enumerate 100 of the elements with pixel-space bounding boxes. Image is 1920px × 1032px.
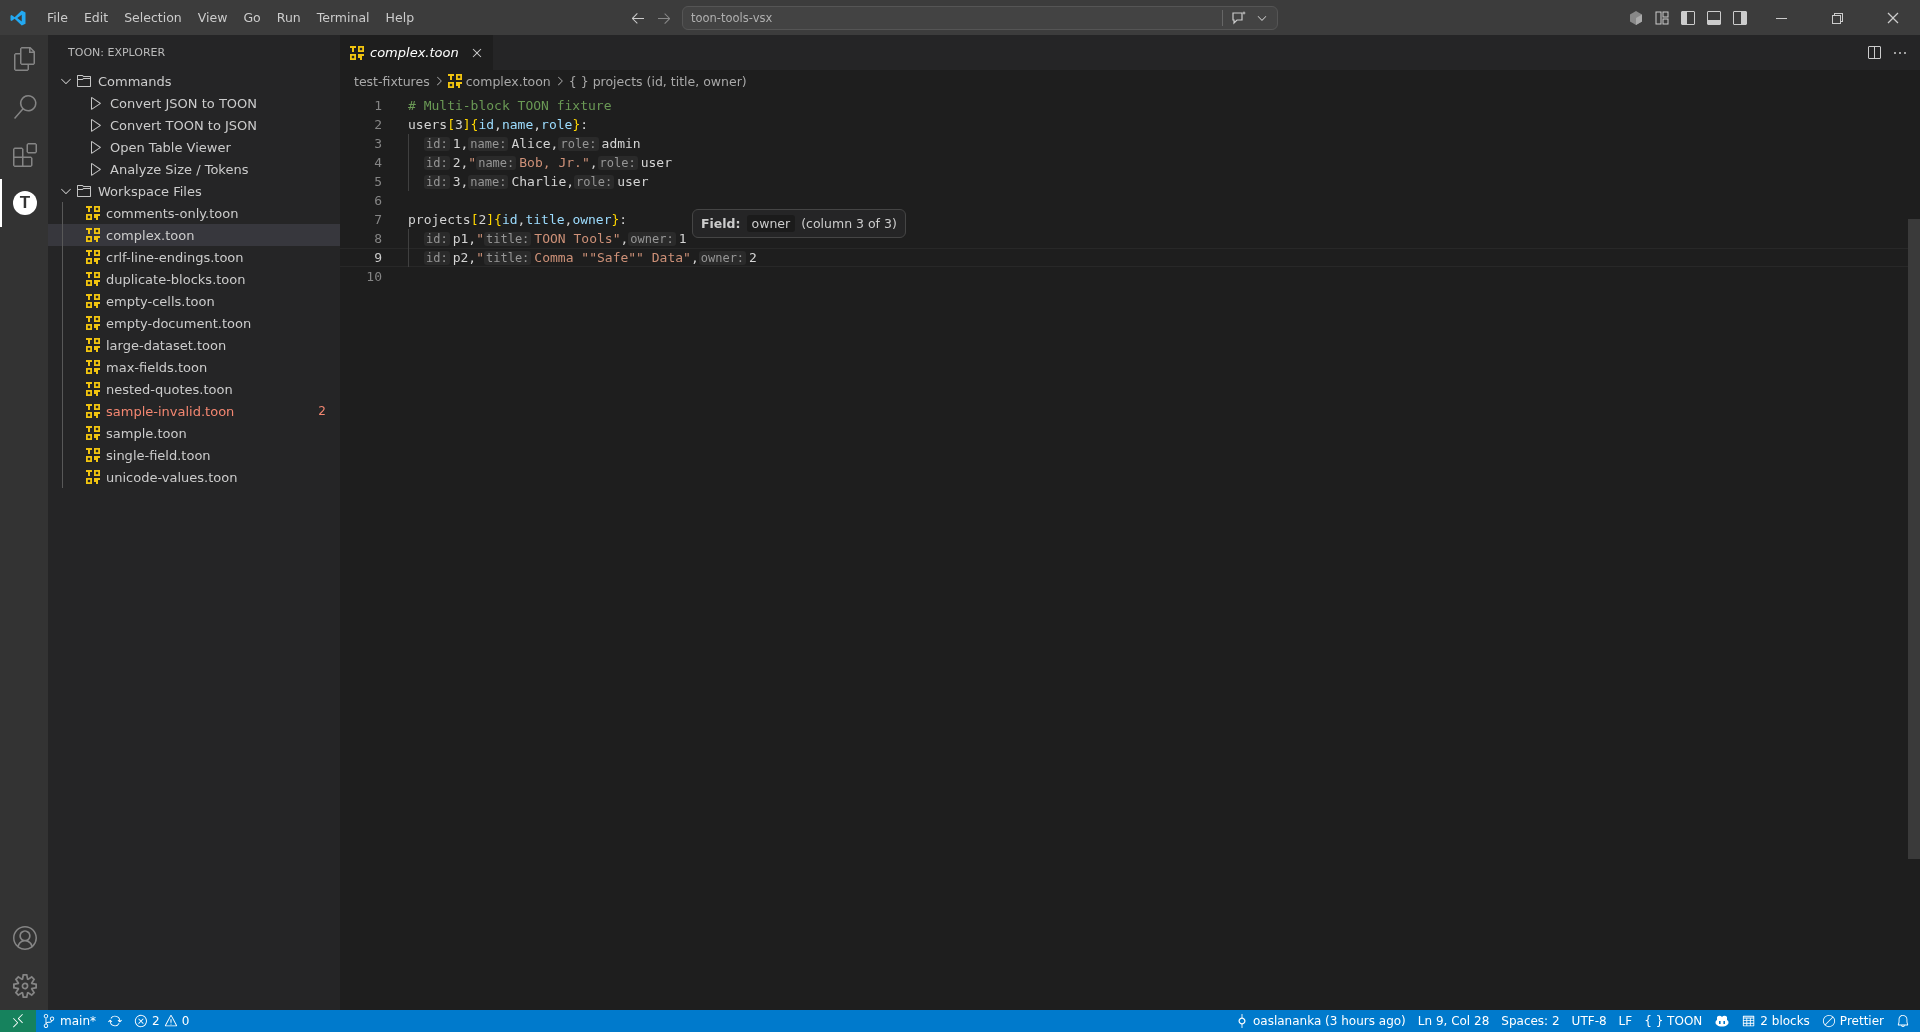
toon-file-icon [86, 470, 100, 484]
explorer-icon [13, 47, 37, 71]
cube-icon[interactable] [1628, 9, 1644, 26]
command-item[interactable]: Open Table Viewer [48, 136, 340, 158]
hover-tooltip: Field: owner (column 3 of 3) [692, 209, 906, 238]
explorer-entry[interactable]: sample.toon [48, 422, 340, 444]
error-count: 2 [152, 1014, 160, 1028]
toon-file-icon [86, 294, 100, 308]
chat-icon[interactable] [1231, 9, 1247, 26]
code-line: id: 3,name: Charlie,role: user [408, 173, 649, 190]
table-icon [1742, 1014, 1757, 1028]
line-number: 6 [373, 193, 382, 208]
toon-file-icon [86, 404, 100, 418]
explorer-entry[interactable]: empty-cells.toon [48, 290, 340, 312]
command-item[interactable]: Convert TOON to JSON [48, 114, 340, 136]
branch-button[interactable]: main* [36, 1010, 102, 1032]
extensions-icon [13, 143, 37, 167]
folder-icon [76, 183, 92, 199]
line-number: 8 [373, 231, 382, 246]
layout-icon[interactable] [1654, 9, 1670, 26]
blame-button[interactable]: oaslananka (3 hours ago) [1229, 1010, 1412, 1032]
editor-tab[interactable]: complex.toon [340, 35, 493, 70]
panel-toggle-icon[interactable] [1706, 9, 1722, 26]
remote-button[interactable] [0, 1010, 36, 1032]
explorer-entry[interactable]: duplicate-blocks.toon [48, 268, 340, 290]
toon-file-icon [86, 316, 100, 330]
bell-icon [1896, 1014, 1910, 1028]
split-editor-icon[interactable] [1866, 44, 1882, 61]
status-item[interactable]: Ln 9, Col 28 [1411, 1010, 1496, 1032]
line-number: 10 [365, 269, 382, 284]
search-icon [13, 95, 37, 119]
line-number: 7 [373, 212, 382, 227]
menu-item[interactable]: Terminal [308, 6, 378, 29]
command-item[interactable]: Convert JSON to TOON [48, 92, 340, 114]
code-line: id: p1,"title: TOON Tools",owner: 1 [408, 230, 687, 247]
circle-slash-icon [1821, 1014, 1836, 1028]
explorer-entry[interactable]: crlf-line-endings.toon [48, 246, 340, 268]
toon-file-icon [86, 272, 100, 286]
toon-file-icon [86, 338, 100, 352]
prettier-button[interactable]: Prettier [1815, 1010, 1890, 1032]
warning-icon [163, 1014, 178, 1028]
explorer-entry[interactable]: single-field.toon [48, 444, 340, 466]
command-center[interactable]: toon-tools-vsx [682, 5, 1278, 30]
explorer-entry[interactable]: unicode-values.toon [48, 466, 340, 488]
settings-icon[interactable] [13, 974, 37, 998]
remote-icon [10, 1013, 26, 1029]
menu-item[interactable]: View [189, 6, 236, 29]
toon-file-icon [86, 426, 100, 440]
line-number: 9 [373, 250, 382, 265]
explorer-entry[interactable]: max-fields.toon [48, 356, 340, 378]
code-line: id: 1,name: Alice,role: admin [408, 135, 641, 152]
toon-file-icon [86, 228, 100, 242]
breadcrumb-item[interactable]: { } projects (id, title, owner) [568, 73, 747, 89]
tree-folder[interactable]: Commands [48, 70, 340, 92]
code-line: # Multi-block TOON fixture [408, 97, 612, 114]
menu-item[interactable]: Run [268, 6, 309, 29]
accounts-icon[interactable] [13, 926, 37, 950]
line-number: 4 [373, 155, 382, 170]
toon-file-icon [86, 250, 100, 264]
status-item[interactable]: Spaces: 2 [1495, 1010, 1566, 1032]
secondary-sidebar-icon[interactable] [1732, 9, 1748, 26]
code-line: id: 2,"name: Bob, Jr.",role: user [408, 154, 672, 171]
scrollbar-thumb[interactable] [1908, 219, 1920, 859]
toon-file-icon [350, 45, 364, 60]
breadcrumb-item[interactable]: complex.toon [447, 73, 551, 89]
menu-item[interactable]: Edit [75, 6, 117, 29]
code-line: users[3]{id,name,role}: [408, 116, 589, 133]
breadcrumb-item[interactable]: test-fixtures [354, 73, 430, 89]
problems-button[interactable]: 2 0 [128, 1010, 196, 1032]
command-item[interactable]: Analyze Size / Tokens [48, 158, 340, 180]
sidebar-title: TOON: EXPLORER [67, 45, 167, 61]
menu-item[interactable]: Go [235, 6, 269, 29]
app-logo [9, 8, 27, 27]
explorer-entry[interactable]: comments-only.toon [48, 202, 340, 224]
language-button[interactable]: { } TOON [1638, 1010, 1709, 1032]
menu-item[interactable]: File [39, 6, 76, 29]
sidebar-toggle-icon[interactable] [1680, 9, 1696, 26]
code-line: projects[2]{id,title,owner}: [408, 211, 628, 228]
toon-file-icon [447, 74, 462, 88]
explorer-entry[interactable]: empty-document.toon [48, 312, 340, 334]
robot-icon [1714, 1014, 1731, 1028]
explorer-entry[interactable]: sample-invalid.toon 2 [48, 400, 340, 422]
toon-file-icon [86, 448, 100, 462]
tree-folder[interactable]: Workspace Files [48, 180, 340, 202]
error-icon [134, 1014, 148, 1028]
status-item[interactable]: LF [1612, 1010, 1639, 1032]
play-icon [88, 139, 104, 155]
line-number: 5 [373, 174, 382, 189]
toon-file-icon [86, 360, 100, 374]
explorer-entry[interactable]: complex.toon [48, 224, 340, 246]
explorer-entry[interactable]: nested-quotes.toon [48, 378, 340, 400]
blocks-button[interactable]: 2 blocks [1736, 1010, 1816, 1032]
menu-item[interactable]: Selection [116, 6, 190, 29]
line-number: 1 [373, 98, 382, 113]
sync-icon [108, 1014, 122, 1028]
menu-item[interactable]: Help [377, 6, 423, 29]
explorer-entry[interactable]: large-dataset.toon [48, 334, 340, 356]
line-number: 3 [373, 136, 382, 151]
status-item[interactable]: UTF-8 [1565, 1010, 1613, 1032]
play-icon [88, 161, 104, 177]
